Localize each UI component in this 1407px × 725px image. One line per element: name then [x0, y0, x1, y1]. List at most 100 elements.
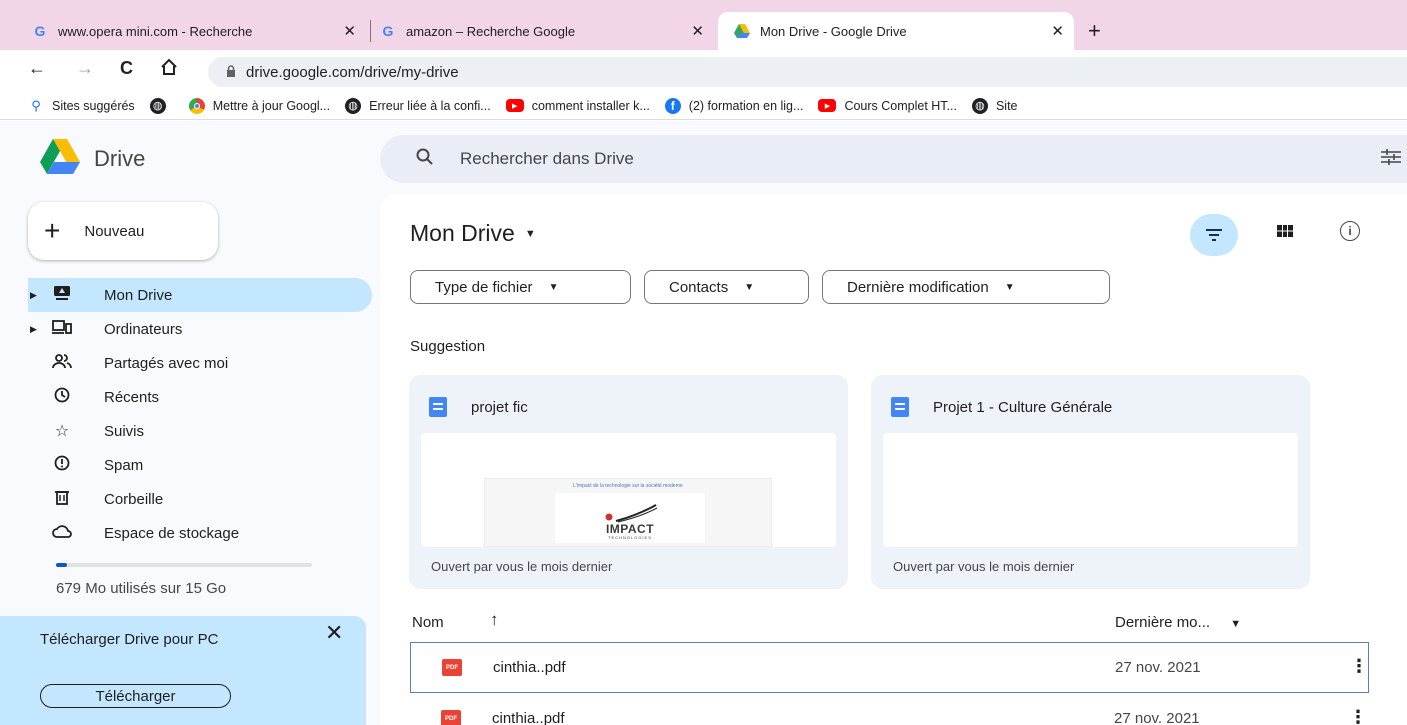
bookmark-item[interactable]: Mettre à jour Googl... — [188, 97, 331, 114]
filter-chip-file-type[interactable]: Type de fichier ▼ — [410, 270, 631, 304]
search-icon[interactable] — [416, 148, 434, 171]
back-icon[interactable]: ← — [28, 58, 46, 79]
close-tab-icon[interactable]: ✕ — [343, 22, 356, 40]
sidebar-item-storage[interactable]: Espace de stockage — [0, 516, 370, 550]
promo-title: Télécharger Drive pour PC — [40, 631, 219, 648]
bookmark-item[interactable]: ▶ Cours Complet HT... — [818, 99, 957, 113]
sort-arrow-up-icon[interactable]: ↑ — [490, 610, 499, 630]
browser-tab[interactable]: G amazon – Recherche Google ✕ — [380, 12, 714, 50]
drive-logo[interactable]: Drive — [40, 139, 145, 179]
sidebar-item-my-drive[interactable]: ▶ Mon Drive — [28, 278, 372, 312]
new-tab-button[interactable]: + — [1088, 18, 1101, 44]
bookmark-item[interactable]: ▶ comment installer k... — [505, 98, 650, 113]
bookmark-item[interactable]: ⚲ Sites suggérés — [28, 97, 135, 114]
tab-title: Mon Drive - Google Drive — [760, 23, 907, 39]
impact-logo: IMPACT TECHNOLOGIES — [555, 493, 705, 543]
bookmark-item[interactable]: f (2) formation en lig... — [664, 97, 804, 114]
sidebar-item-label: Ordinateurs — [104, 320, 183, 338]
grid-view-icon[interactable] — [1277, 224, 1293, 241]
lock-icon — [226, 64, 236, 80]
youtube-icon: ▶ — [818, 99, 837, 112]
filter-chip-last-modified[interactable]: Dernière modification ▼ — [822, 270, 1110, 304]
expand-caret-icon[interactable]: ▶ — [30, 290, 37, 301]
expand-caret-icon[interactable]: ▶ — [30, 324, 37, 335]
bookmark-label: Erreur liée à la confi... — [369, 98, 491, 113]
sidebar-item-shared[interactable]: Partagés avec moi — [0, 346, 370, 380]
close-tab-icon[interactable]: ✕ — [1051, 22, 1064, 40]
clock-icon — [52, 387, 72, 408]
youtube-icon: ▶ — [505, 99, 524, 112]
info-icon[interactable]: i — [1340, 221, 1360, 241]
download-button[interactable]: Télécharger — [40, 684, 231, 708]
chip-label: Dernière modification — [847, 278, 989, 296]
filter-icon[interactable] — [1190, 214, 1238, 256]
new-button-label: Nouveau — [84, 222, 145, 240]
bookmark-label: Cours Complet HT... — [844, 98, 957, 113]
search-icon: ⚲ — [31, 97, 41, 113]
tab-title: amazon – Recherche Google — [406, 23, 576, 39]
sidebar-item-label: Suivis — [104, 422, 145, 440]
sidebar-nav: ▶ Mon Drive ▶ Ordinateurs Partagés avec … — [0, 278, 372, 550]
tab-title: www.opera mini.com - Recherche — [58, 23, 253, 39]
bookmark-item[interactable]: ◍ Erreur liée à la confi... — [345, 97, 491, 114]
search-bar[interactable]: Rechercher dans Drive — [380, 135, 1407, 183]
modified-column-label: Dernière mo... — [1115, 614, 1211, 631]
browser-tab-strip: G www.opera mini.com - Recherche ✕ G ama… — [0, 0, 1407, 50]
more-actions-icon[interactable]: ⋮ — [1349, 707, 1367, 725]
dropdown-arrow-icon: ▼ — [1230, 618, 1242, 630]
chip-label: Type de fichier — [435, 278, 533, 296]
bookmark-label: Sites suggérés — [52, 98, 135, 113]
dropdown-arrow-icon: ▼ — [1004, 281, 1015, 293]
file-list-header: Nom ↑ Dernière mo... ▼ — [380, 610, 1407, 640]
browser-tab-active[interactable]: Mon Drive - Google Drive ✕ — [718, 12, 1074, 50]
browser-tab[interactable]: G www.opera mini.com - Recherche ✕ — [32, 12, 366, 50]
close-icon[interactable]: ✕ — [325, 620, 343, 646]
bookmark-item[interactable]: ◍ Site — [971, 97, 1018, 114]
reload-icon[interactable]: C — [120, 58, 133, 79]
filter-chip-contacts[interactable]: Contacts ▼ — [644, 270, 809, 304]
sidebar-item-trash[interactable]: Corbeille — [0, 482, 370, 516]
my-drive-icon — [52, 285, 72, 306]
sidebar-item-computers[interactable]: ▶ Ordinateurs — [0, 312, 370, 346]
modified-column-header[interactable]: Dernière mo... ▼ — [1115, 614, 1241, 631]
tab-divider — [370, 20, 371, 42]
storage-usage-text: 679 Mo utilisés sur 15 Go — [56, 580, 227, 597]
bookmark-label: (2) formation en lig... — [688, 98, 804, 113]
sidebar-item-starred[interactable]: ☆ Suivis — [0, 414, 370, 448]
name-column-header[interactable]: Nom — [412, 614, 444, 631]
star-icon: ☆ — [54, 423, 70, 440]
bookmarks-bar: ⚲ Sites suggérés ◍ Mettre à jour Googl..… — [0, 92, 1407, 120]
search-options-icon[interactable] — [1381, 148, 1401, 170]
card-footer: Ouvert par vous le mois dernier — [893, 559, 1075, 574]
spam-icon — [52, 455, 72, 476]
address-bar[interactable]: drive.google.com/drive/my-drive — [208, 57, 1407, 87]
sidebar-item-recent[interactable]: Récents — [0, 380, 370, 414]
suggested-file-card[interactable]: Projet 1 - Culture Générale Ouvert par v… — [871, 375, 1310, 589]
url-text: drive.google.com/drive/my-drive — [246, 63, 459, 81]
storage-progress-bar — [56, 563, 312, 567]
sidebar-item-label: Spam — [104, 456, 144, 474]
drive-logo-icon — [40, 139, 80, 179]
more-actions-icon[interactable]: ⋮ — [1350, 656, 1368, 677]
globe-icon: ◍ — [345, 97, 362, 114]
impact-logo-mark — [605, 504, 658, 523]
close-tab-icon[interactable]: ✕ — [691, 22, 704, 40]
file-row[interactable]: PDF cinthia..pdf 27 nov. 2021 ⋮ — [410, 694, 1369, 725]
dropdown-arrow-icon: ▼ — [548, 281, 559, 293]
bookmark-label: comment installer k... — [531, 98, 650, 113]
google-docs-icon — [891, 397, 909, 417]
new-button[interactable]: + Nouveau — [28, 202, 218, 260]
forward-icon[interactable]: → — [76, 58, 94, 79]
suggested-file-card[interactable]: projet fic L'impact de la technologie su… — [409, 375, 848, 589]
dropdown-arrow-icon: ▼ — [524, 227, 536, 240]
trash-icon — [52, 489, 72, 510]
chip-label: Contacts — [669, 278, 729, 296]
page-title[interactable]: Mon Drive ▼ — [410, 220, 536, 247]
sidebar-item-spam[interactable]: Spam — [0, 448, 370, 482]
google-g-icon: G — [32, 23, 48, 39]
sidebar-item-label: Récents — [104, 388, 160, 406]
file-row[interactable]: PDF cinthia..pdf 27 nov. 2021 ⋮ — [410, 642, 1369, 693]
bookmark-item[interactable]: ◍ — [149, 97, 174, 114]
bookmark-label: Mettre à jour Googl... — [212, 98, 331, 113]
home-icon[interactable] — [160, 58, 178, 81]
